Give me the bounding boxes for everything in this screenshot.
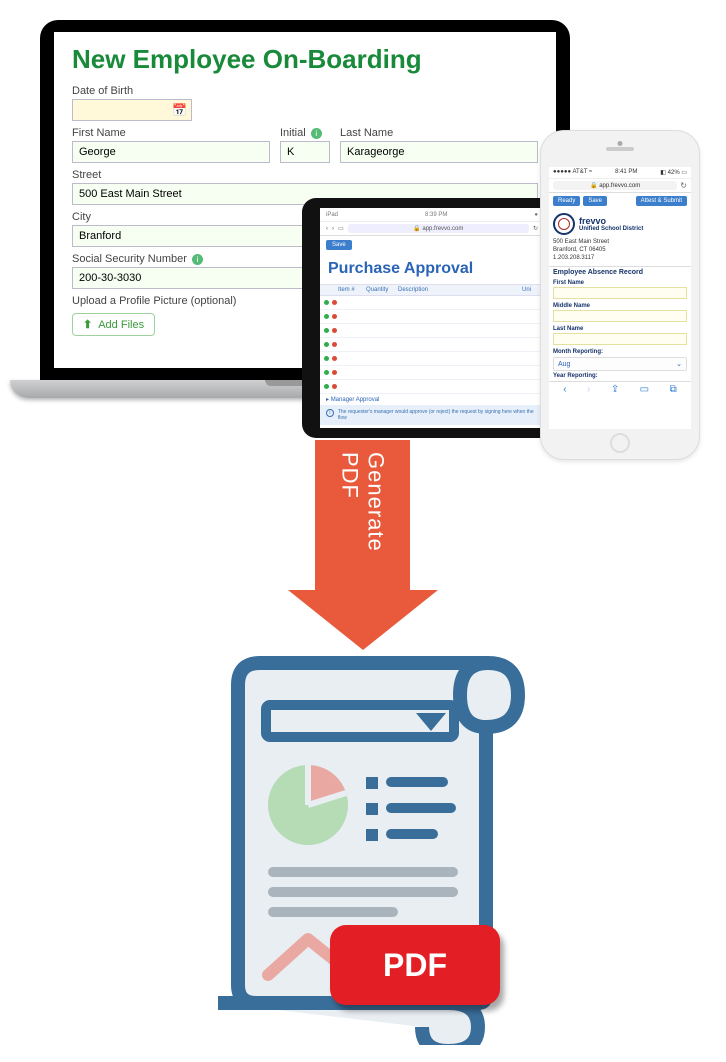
phone-urlbar: 🔒 app.frevvo.com ↻: [549, 179, 691, 193]
last-name-input[interactable]: [553, 333, 687, 345]
org-subtitle: Unified School District: [579, 226, 643, 232]
phone-screen: ●●●●● AT&T ≈ 8:41 PM ◧ 42% ▭ 🔒 app.frevv…: [549, 167, 691, 429]
last-name-field: Last Name: [549, 324, 691, 347]
safari-footer: ‹ › ⇪ ▭ ⧉: [549, 381, 691, 397]
tablet-statusbar: iPad8:39 PM●: [320, 208, 544, 222]
street-label: Street: [72, 169, 538, 181]
org-name: frevvo: [579, 216, 643, 226]
dob-input[interactable]: 📅: [72, 99, 192, 121]
chevron-down-icon: ⌄: [676, 360, 682, 368]
add-icon[interactable]: [324, 384, 329, 389]
pa-table-header: Item #QuantityDescriptionUni: [320, 284, 544, 296]
section-title: Employee Absence Record: [549, 266, 691, 278]
add-icon[interactable]: [324, 356, 329, 361]
remove-icon[interactable]: [332, 328, 337, 333]
info-icon[interactable]: i: [192, 254, 203, 265]
save-button[interactable]: Save: [583, 196, 607, 206]
reload-icon[interactable]: ↻: [680, 181, 687, 190]
month-field: Month Reporting:: [549, 347, 691, 355]
pdf-document-illustration: PDF: [178, 655, 548, 1045]
back-icon[interactable]: ‹: [326, 226, 328, 232]
last-name-input[interactable]: Karageorge: [340, 141, 538, 163]
tablet-device: iPad8:39 PM● ‹ › ▭ 🔒 app.frevvo.com ↻ Sa…: [302, 198, 562, 438]
purchase-approval-title: Purchase Approval: [320, 254, 544, 284]
arrow-label: Generate PDF: [337, 452, 389, 590]
phone-statusbar: ●●●●● AT&T ≈ 8:41 PM ◧ 42% ▭: [549, 167, 691, 179]
info-icon[interactable]: i: [311, 128, 322, 139]
attest-submit-button[interactable]: Attest & Submit: [636, 196, 687, 206]
tablet-toolbar: Save: [320, 236, 544, 254]
initial-label: Initial i: [280, 127, 330, 139]
phone-device: ●●●●● AT&T ≈ 8:41 PM ◧ 42% ▭ 🔒 app.frevv…: [540, 130, 700, 460]
onboarding-title: New Employee On-Boarding: [72, 44, 538, 75]
table-row[interactable]: [320, 352, 544, 366]
table-row[interactable]: [320, 380, 544, 394]
initial-field: Initial i K: [280, 127, 330, 163]
org-address: 500 East Main StreetBranford, CT 064051.…: [549, 239, 691, 266]
last-name-field: Last Name Karageorge: [340, 127, 538, 163]
url-text[interactable]: 🔒 app.frevvo.com: [348, 224, 529, 233]
forward-icon[interactable]: ›: [332, 226, 334, 232]
add-files-button[interactable]: ⬆ Add Files: [72, 313, 155, 336]
first-name-input[interactable]: George: [72, 141, 270, 163]
middle-name-field: Middle Name: [549, 301, 691, 324]
remove-icon[interactable]: [332, 356, 337, 361]
pdf-badge: PDF: [330, 925, 500, 1005]
home-button[interactable]: [610, 433, 630, 453]
first-name-input[interactable]: [553, 287, 687, 299]
tabs-icon[interactable]: ⧉: [670, 384, 677, 395]
generate-pdf-arrow: Generate PDF: [315, 440, 410, 650]
org-header: frevvo Unified School District: [549, 209, 691, 239]
reload-icon[interactable]: ↻: [533, 225, 538, 232]
add-icon[interactable]: [324, 328, 329, 333]
remove-icon[interactable]: [332, 342, 337, 347]
manager-approval-section[interactable]: ▸ Manager Approval: [320, 394, 544, 405]
first-name-field: First Name George: [72, 127, 270, 163]
forward-icon[interactable]: ›: [587, 384, 590, 395]
url-text[interactable]: 🔒 app.frevvo.com: [553, 181, 677, 190]
seal-icon: [553, 213, 575, 235]
dob-field: Date of Birth 📅: [72, 85, 538, 121]
approval-note: iThe requester's manager would approve (…: [320, 405, 544, 425]
first-name-label: First Name: [72, 127, 270, 139]
save-button[interactable]: Save: [326, 240, 352, 250]
tablet-urlbar: ‹ › ▭ 🔒 app.frevvo.com ↻: [320, 222, 544, 236]
table-row[interactable]: [320, 310, 544, 324]
book-icon[interactable]: ▭: [338, 225, 344, 232]
remove-icon[interactable]: [332, 314, 337, 319]
add-files-label: Add Files: [98, 319, 144, 331]
add-icon[interactable]: [324, 300, 329, 305]
table-row[interactable]: [320, 296, 544, 310]
table-row[interactable]: [320, 324, 544, 338]
share-icon[interactable]: ⇪: [611, 384, 619, 395]
year-field: Year Reporting:: [549, 373, 691, 381]
add-icon[interactable]: [324, 314, 329, 319]
initial-input[interactable]: K: [280, 141, 330, 163]
remove-icon[interactable]: [332, 384, 337, 389]
tablet-screen: iPad8:39 PM● ‹ › ▭ 🔒 app.frevvo.com ↻ Sa…: [320, 208, 544, 428]
phone-toolbar: Ready Save Attest & Submit: [549, 193, 691, 209]
table-row[interactable]: [320, 366, 544, 380]
remove-icon[interactable]: [332, 300, 337, 305]
last-name-label: Last Name: [340, 127, 538, 139]
middle-name-input[interactable]: [553, 310, 687, 322]
remove-icon[interactable]: [332, 370, 337, 375]
first-name-field: First Name: [549, 278, 691, 301]
add-icon[interactable]: [324, 370, 329, 375]
upload-icon: ⬆: [83, 318, 92, 331]
calendar-icon[interactable]: 📅: [172, 103, 187, 117]
back-icon[interactable]: ‹: [563, 384, 566, 395]
dob-label: Date of Birth: [72, 85, 538, 97]
add-icon[interactable]: [324, 342, 329, 347]
bookmarks-icon[interactable]: ▭: [640, 384, 649, 395]
month-select[interactable]: Aug⌄: [553, 357, 687, 371]
table-row[interactable]: [320, 338, 544, 352]
info-icon: i: [326, 409, 334, 417]
ready-button[interactable]: Ready: [553, 196, 580, 206]
